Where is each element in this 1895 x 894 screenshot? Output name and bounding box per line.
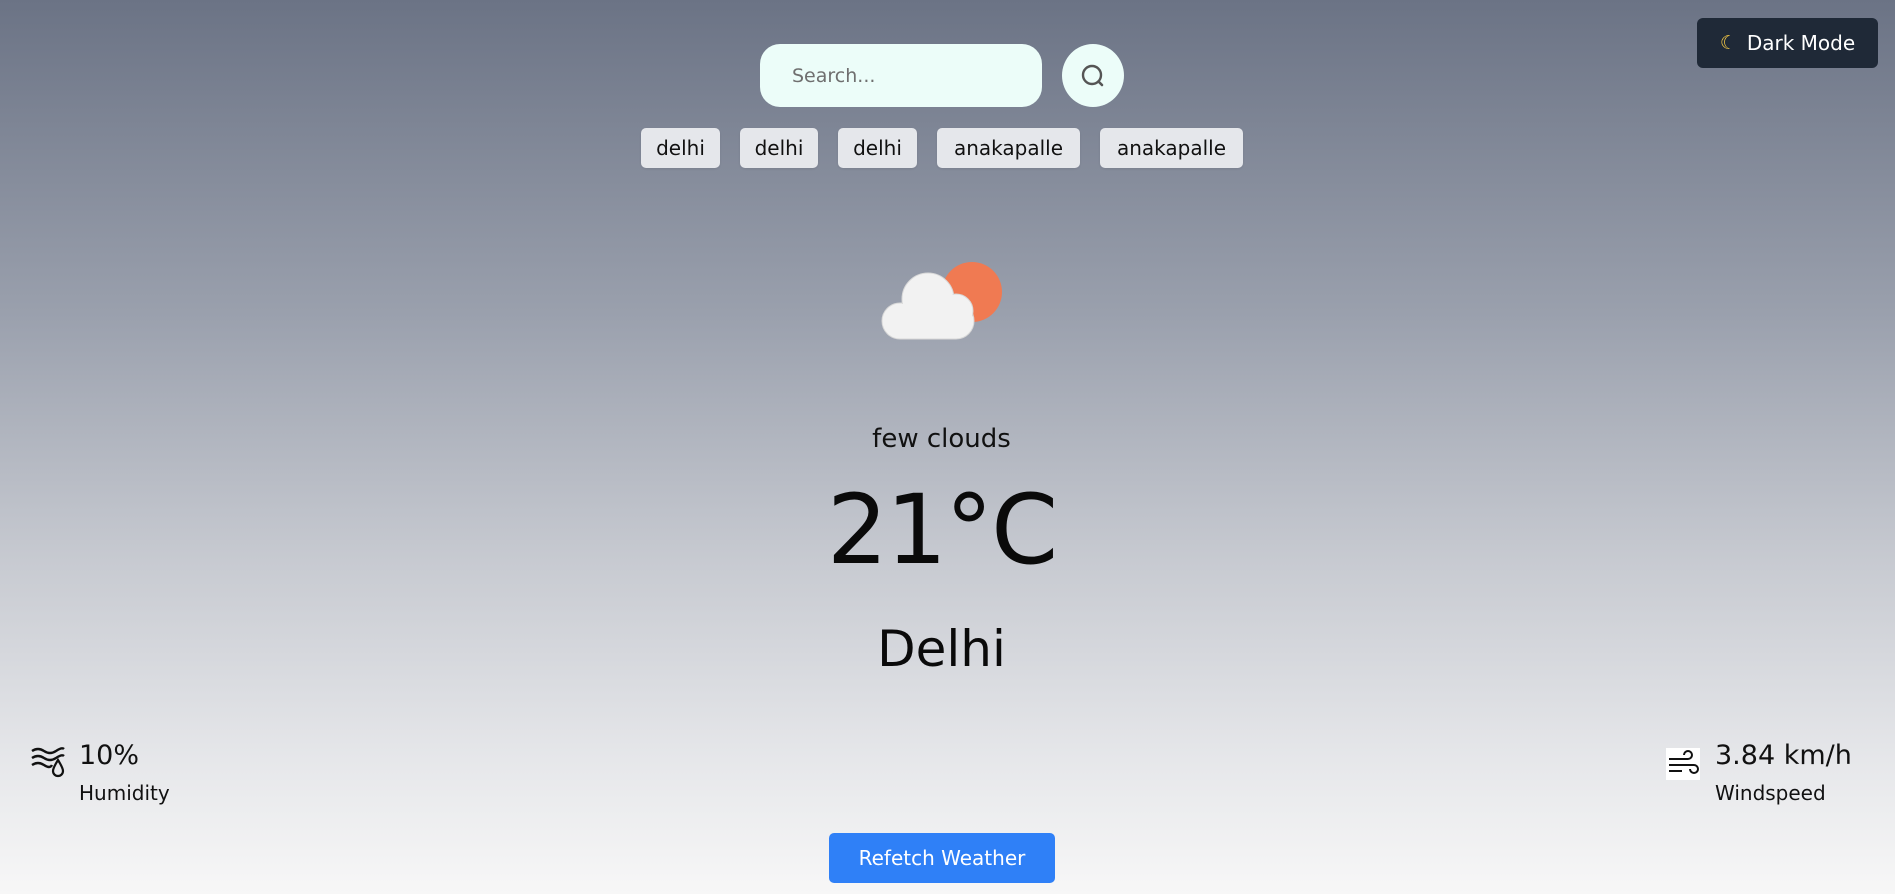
history-chip[interactable]: delhi: [740, 128, 818, 168]
humidity-icon: [31, 747, 65, 778]
history-chip[interactable]: delhi: [838, 128, 917, 168]
search-input[interactable]: [790, 63, 1012, 88]
search-icon: [1081, 64, 1104, 86]
wind-icon: [1666, 748, 1700, 780]
humidity-value: 10%: [79, 740, 140, 771]
history-chip[interactable]: anakapalle: [1100, 128, 1243, 168]
temperature: 21°C: [826, 474, 1058, 586]
search-history: delhi delhi delhi anakapalle anakapalle: [0, 128, 1895, 168]
moon-icon: ☾: [1719, 31, 1737, 54]
refetch-weather-button[interactable]: Refetch Weather: [829, 833, 1055, 883]
city-name: Delhi: [877, 620, 1006, 678]
windspeed-label: Windspeed: [1715, 781, 1826, 805]
windspeed-value: 3.84 km/h: [1715, 740, 1852, 771]
history-chip[interactable]: anakapalle: [937, 128, 1080, 168]
cloud-sun-icon: [881, 262, 1002, 340]
search-box: [760, 44, 1042, 107]
humidity-label: Humidity: [79, 781, 170, 805]
dark-mode-toggle-button[interactable]: ☾ Dark Mode: [1697, 18, 1878, 68]
weather-description: few clouds: [872, 424, 1011, 454]
history-chip[interactable]: delhi: [641, 128, 720, 168]
search-button[interactable]: [1062, 44, 1124, 107]
dark-mode-label: Dark Mode: [1746, 31, 1856, 55]
